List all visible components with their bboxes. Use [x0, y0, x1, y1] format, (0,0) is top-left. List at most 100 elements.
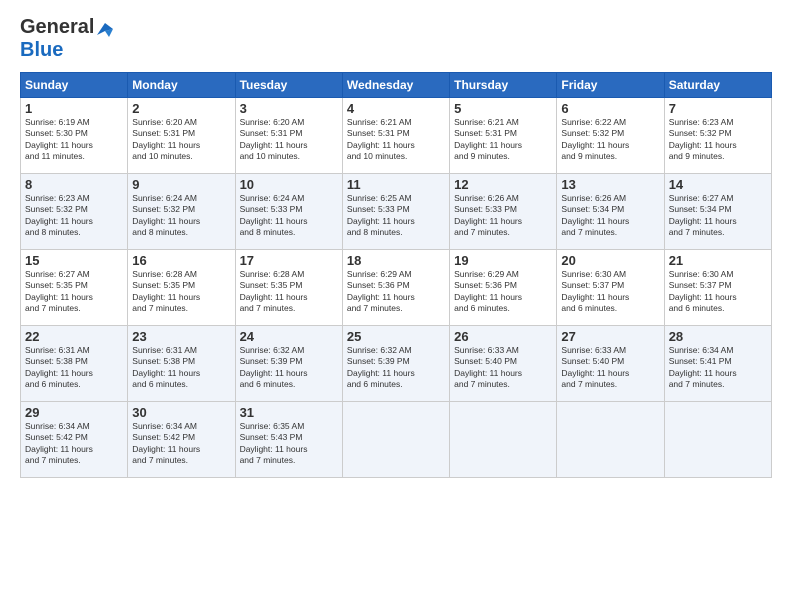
day-number: 9 [132, 177, 230, 192]
day-number: 14 [669, 177, 767, 192]
calendar-cell: 14 Sunrise: 6:27 AM Sunset: 5:34 PM Dayl… [664, 174, 771, 250]
calendar-cell: 18 Sunrise: 6:29 AM Sunset: 5:36 PM Dayl… [342, 250, 449, 326]
day-number: 30 [132, 405, 230, 420]
cell-info: Sunrise: 6:22 AM Sunset: 5:32 PM Dayligh… [561, 117, 659, 163]
cell-info: Sunrise: 6:19 AM Sunset: 5:30 PM Dayligh… [25, 117, 123, 163]
day-number: 21 [669, 253, 767, 268]
day-number: 12 [454, 177, 552, 192]
cell-info: Sunrise: 6:21 AM Sunset: 5:31 PM Dayligh… [454, 117, 552, 163]
calendar-cell: 17 Sunrise: 6:28 AM Sunset: 5:35 PM Dayl… [235, 250, 342, 326]
page: General Blue SundayMondayTuesdayWednesda… [0, 0, 792, 612]
day-number: 22 [25, 329, 123, 344]
weekday-header-thursday: Thursday [450, 73, 557, 98]
calendar-cell: 2 Sunrise: 6:20 AM Sunset: 5:31 PM Dayli… [128, 98, 235, 174]
calendar-cell: 22 Sunrise: 6:31 AM Sunset: 5:38 PM Dayl… [21, 326, 128, 402]
cell-info: Sunrise: 6:28 AM Sunset: 5:35 PM Dayligh… [240, 269, 338, 315]
cell-info: Sunrise: 6:33 AM Sunset: 5:40 PM Dayligh… [454, 345, 552, 391]
day-number: 4 [347, 101, 445, 116]
calendar-week-3: 15 Sunrise: 6:27 AM Sunset: 5:35 PM Dayl… [21, 250, 772, 326]
cell-info: Sunrise: 6:21 AM Sunset: 5:31 PM Dayligh… [347, 117, 445, 163]
calendar-cell: 5 Sunrise: 6:21 AM Sunset: 5:31 PM Dayli… [450, 98, 557, 174]
cell-info: Sunrise: 6:35 AM Sunset: 5:43 PM Dayligh… [240, 421, 338, 467]
calendar-cell: 7 Sunrise: 6:23 AM Sunset: 5:32 PM Dayli… [664, 98, 771, 174]
calendar-cell: 25 Sunrise: 6:32 AM Sunset: 5:39 PM Dayl… [342, 326, 449, 402]
calendar-cell: 23 Sunrise: 6:31 AM Sunset: 5:38 PM Dayl… [128, 326, 235, 402]
logo-bird-icon [95, 21, 113, 37]
weekday-header-friday: Friday [557, 73, 664, 98]
cell-info: Sunrise: 6:20 AM Sunset: 5:31 PM Dayligh… [240, 117, 338, 163]
cell-info: Sunrise: 6:34 AM Sunset: 5:42 PM Dayligh… [25, 421, 123, 467]
day-number: 3 [240, 101, 338, 116]
calendar-cell: 4 Sunrise: 6:21 AM Sunset: 5:31 PM Dayli… [342, 98, 449, 174]
cell-info: Sunrise: 6:29 AM Sunset: 5:36 PM Dayligh… [454, 269, 552, 315]
day-number: 19 [454, 253, 552, 268]
cell-info: Sunrise: 6:34 AM Sunset: 5:42 PM Dayligh… [132, 421, 230, 467]
calendar-cell: 16 Sunrise: 6:28 AM Sunset: 5:35 PM Dayl… [128, 250, 235, 326]
cell-info: Sunrise: 6:30 AM Sunset: 5:37 PM Dayligh… [561, 269, 659, 315]
calendar-cell: 28 Sunrise: 6:34 AM Sunset: 5:41 PM Dayl… [664, 326, 771, 402]
calendar-cell: 10 Sunrise: 6:24 AM Sunset: 5:33 PM Dayl… [235, 174, 342, 250]
cell-info: Sunrise: 6:20 AM Sunset: 5:31 PM Dayligh… [132, 117, 230, 163]
cell-info: Sunrise: 6:33 AM Sunset: 5:40 PM Dayligh… [561, 345, 659, 391]
day-number: 29 [25, 405, 123, 420]
day-number: 17 [240, 253, 338, 268]
calendar-cell: 30 Sunrise: 6:34 AM Sunset: 5:42 PM Dayl… [128, 402, 235, 478]
day-number: 2 [132, 101, 230, 116]
day-number: 25 [347, 329, 445, 344]
cell-info: Sunrise: 6:27 AM Sunset: 5:35 PM Dayligh… [25, 269, 123, 315]
calendar-cell: 3 Sunrise: 6:20 AM Sunset: 5:31 PM Dayli… [235, 98, 342, 174]
cell-info: Sunrise: 6:23 AM Sunset: 5:32 PM Dayligh… [25, 193, 123, 239]
day-number: 28 [669, 329, 767, 344]
day-number: 8 [25, 177, 123, 192]
day-number: 10 [240, 177, 338, 192]
cell-info: Sunrise: 6:24 AM Sunset: 5:32 PM Dayligh… [132, 193, 230, 239]
calendar-cell: 6 Sunrise: 6:22 AM Sunset: 5:32 PM Dayli… [557, 98, 664, 174]
calendar-cell: 12 Sunrise: 6:26 AM Sunset: 5:33 PM Dayl… [450, 174, 557, 250]
logo-blue: Blue [20, 39, 63, 61]
calendar-week-1: 1 Sunrise: 6:19 AM Sunset: 5:30 PM Dayli… [21, 98, 772, 174]
calendar-cell: 1 Sunrise: 6:19 AM Sunset: 5:30 PM Dayli… [21, 98, 128, 174]
cell-info: Sunrise: 6:30 AM Sunset: 5:37 PM Dayligh… [669, 269, 767, 315]
calendar-cell: 19 Sunrise: 6:29 AM Sunset: 5:36 PM Dayl… [450, 250, 557, 326]
cell-info: Sunrise: 6:26 AM Sunset: 5:34 PM Dayligh… [561, 193, 659, 239]
cell-info: Sunrise: 6:28 AM Sunset: 5:35 PM Dayligh… [132, 269, 230, 315]
calendar-cell: 31 Sunrise: 6:35 AM Sunset: 5:43 PM Dayl… [235, 402, 342, 478]
cell-info: Sunrise: 6:25 AM Sunset: 5:33 PM Dayligh… [347, 193, 445, 239]
cell-info: Sunrise: 6:23 AM Sunset: 5:32 PM Dayligh… [669, 117, 767, 163]
calendar-cell: 21 Sunrise: 6:30 AM Sunset: 5:37 PM Dayl… [664, 250, 771, 326]
calendar-week-4: 22 Sunrise: 6:31 AM Sunset: 5:38 PM Dayl… [21, 326, 772, 402]
day-number: 13 [561, 177, 659, 192]
day-number: 18 [347, 253, 445, 268]
calendar-week-2: 8 Sunrise: 6:23 AM Sunset: 5:32 PM Dayli… [21, 174, 772, 250]
cell-info: Sunrise: 6:27 AM Sunset: 5:34 PM Dayligh… [669, 193, 767, 239]
weekday-header-sunday: Sunday [21, 73, 128, 98]
calendar-cell: 15 Sunrise: 6:27 AM Sunset: 5:35 PM Dayl… [21, 250, 128, 326]
logo-general: General [20, 16, 94, 39]
calendar-table: SundayMondayTuesdayWednesdayThursdayFrid… [20, 72, 772, 478]
weekday-header-tuesday: Tuesday [235, 73, 342, 98]
calendar-cell: 24 Sunrise: 6:32 AM Sunset: 5:39 PM Dayl… [235, 326, 342, 402]
weekday-header-wednesday: Wednesday [342, 73, 449, 98]
calendar-cell: 26 Sunrise: 6:33 AM Sunset: 5:40 PM Dayl… [450, 326, 557, 402]
day-number: 7 [669, 101, 767, 116]
header: General Blue [20, 16, 772, 62]
day-number: 20 [561, 253, 659, 268]
day-number: 24 [240, 329, 338, 344]
calendar-cell [664, 402, 771, 478]
calendar-cell [450, 402, 557, 478]
cell-info: Sunrise: 6:34 AM Sunset: 5:41 PM Dayligh… [669, 345, 767, 391]
calendar-cell: 9 Sunrise: 6:24 AM Sunset: 5:32 PM Dayli… [128, 174, 235, 250]
day-number: 27 [561, 329, 659, 344]
day-number: 6 [561, 101, 659, 116]
logo: General Blue [20, 16, 113, 62]
cell-info: Sunrise: 6:26 AM Sunset: 5:33 PM Dayligh… [454, 193, 552, 239]
day-number: 16 [132, 253, 230, 268]
day-number: 31 [240, 405, 338, 420]
calendar-cell: 20 Sunrise: 6:30 AM Sunset: 5:37 PM Dayl… [557, 250, 664, 326]
cell-info: Sunrise: 6:31 AM Sunset: 5:38 PM Dayligh… [25, 345, 123, 391]
cell-info: Sunrise: 6:31 AM Sunset: 5:38 PM Dayligh… [132, 345, 230, 391]
weekday-header-saturday: Saturday [664, 73, 771, 98]
calendar-cell: 11 Sunrise: 6:25 AM Sunset: 5:33 PM Dayl… [342, 174, 449, 250]
day-number: 23 [132, 329, 230, 344]
day-number: 5 [454, 101, 552, 116]
